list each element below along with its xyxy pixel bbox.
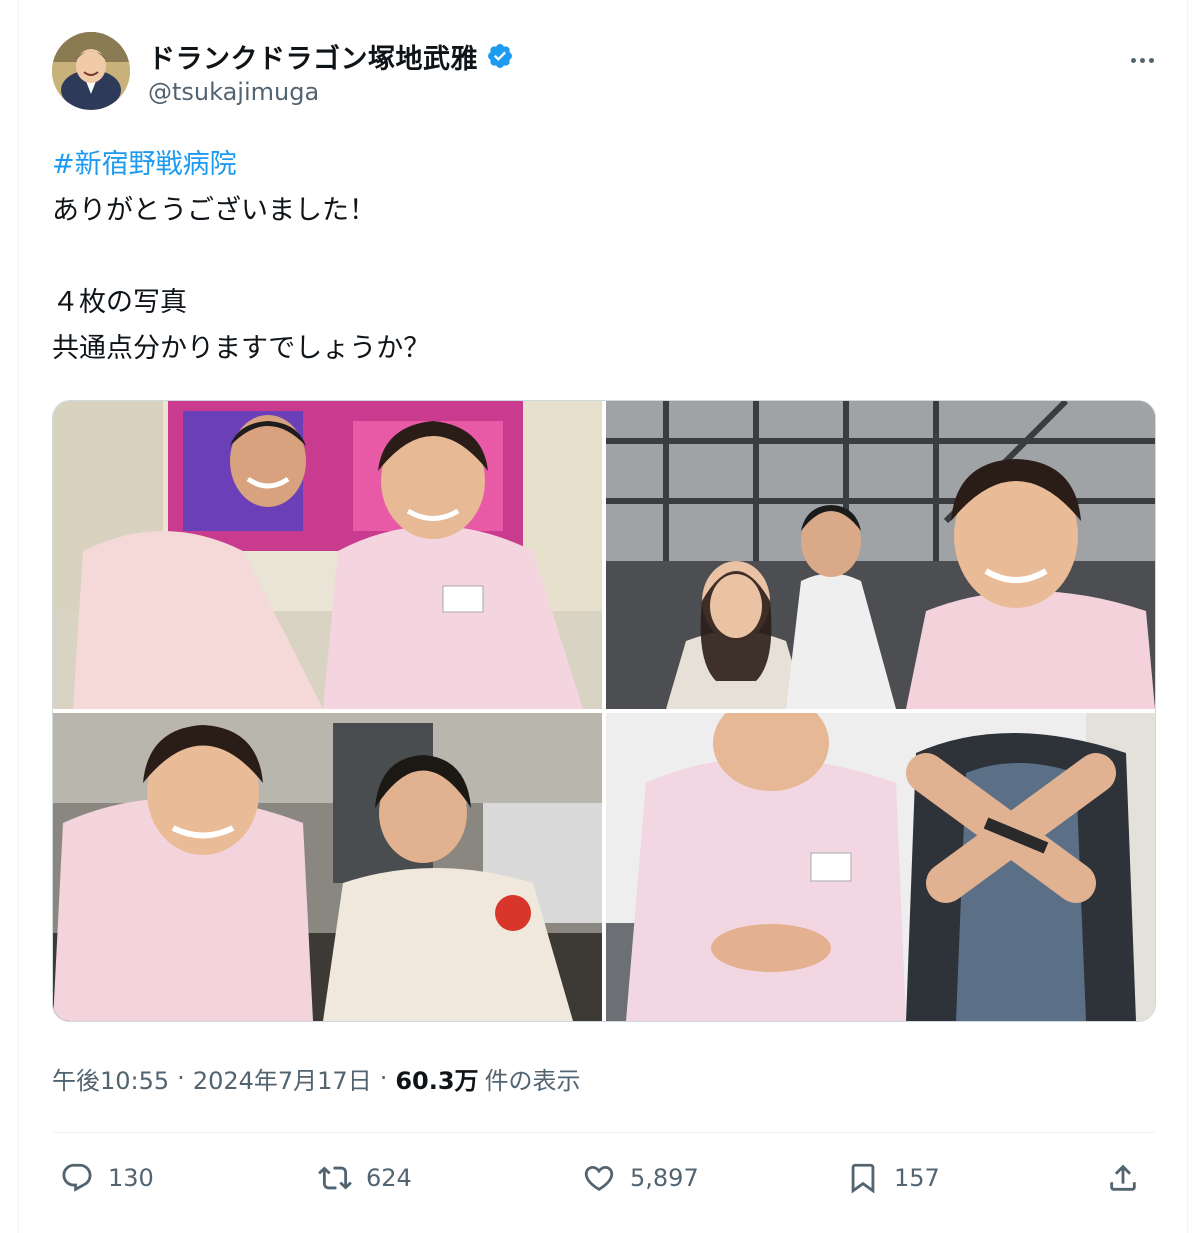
tweet-date[interactable]: 2024年7月17日 bbox=[193, 1061, 372, 1096]
like-count: 5,897 bbox=[630, 1164, 699, 1192]
retweet-count: 624 bbox=[366, 1164, 412, 1192]
photo-4[interactable] bbox=[606, 713, 1155, 1021]
photo-3[interactable] bbox=[53, 713, 602, 1021]
retweet-icon bbox=[318, 1166, 352, 1190]
retweet-button[interactable]: 624 bbox=[318, 1148, 412, 1208]
user-handle[interactable]: @tsukajimuga bbox=[148, 78, 319, 106]
hashtag-link[interactable]: #新宿野戦病院 bbox=[52, 149, 237, 180]
avatar[interactable] bbox=[52, 32, 130, 110]
photo-2[interactable] bbox=[606, 401, 1155, 709]
meta-separator: · bbox=[379, 1064, 388, 1092]
reply-button[interactable]: 130 bbox=[60, 1148, 154, 1208]
tweet-line: 共通点分かりますでしょうか？ bbox=[52, 333, 431, 364]
share-icon bbox=[1110, 1164, 1136, 1191]
like-button[interactable]: 5,897 bbox=[582, 1148, 699, 1208]
divider bbox=[52, 1132, 1156, 1133]
tweet-meta: 午後10:55 · 2024年7月17日 · 60.3万 件の表示 bbox=[52, 1058, 581, 1098]
tweet-header: ドランクドラゴン塚地武雅 @tsukajimuga bbox=[52, 32, 1162, 112]
views-count: 60.3万 bbox=[395, 1066, 479, 1095]
action-bar: 130 624 5,897 157 bbox=[52, 1148, 1156, 1208]
bookmark-icon bbox=[851, 1163, 875, 1194]
display-name[interactable]: ドランクドラゴン塚地武雅 bbox=[148, 37, 478, 76]
meta-separator: · bbox=[177, 1064, 185, 1092]
name-row: ドランクドラゴン塚地武雅 bbox=[148, 37, 514, 76]
verified-badge-icon bbox=[488, 44, 512, 68]
share-button[interactable] bbox=[1106, 1148, 1154, 1208]
tweet-text: #新宿野戦病院 ありがとうございました！ ４枚の写真 共通点分かりますでしょうか… bbox=[52, 142, 1152, 372]
reply-icon bbox=[62, 1163, 92, 1192]
bookmark-button[interactable]: 157 bbox=[846, 1148, 940, 1208]
more-options-icon[interactable] bbox=[1122, 40, 1162, 80]
tweet-line: ４枚の写真 bbox=[52, 287, 187, 318]
reply-count: 130 bbox=[108, 1164, 154, 1192]
media-grid bbox=[52, 400, 1156, 1022]
views-label: 件の表示 bbox=[484, 1066, 581, 1095]
heart-icon bbox=[584, 1165, 614, 1191]
bookmark-count: 157 bbox=[894, 1164, 940, 1192]
tweet-time[interactable]: 午後10:55 bbox=[52, 1061, 169, 1096]
photo-1[interactable] bbox=[53, 401, 602, 709]
tweet-line: ありがとうございました！ bbox=[52, 195, 376, 226]
